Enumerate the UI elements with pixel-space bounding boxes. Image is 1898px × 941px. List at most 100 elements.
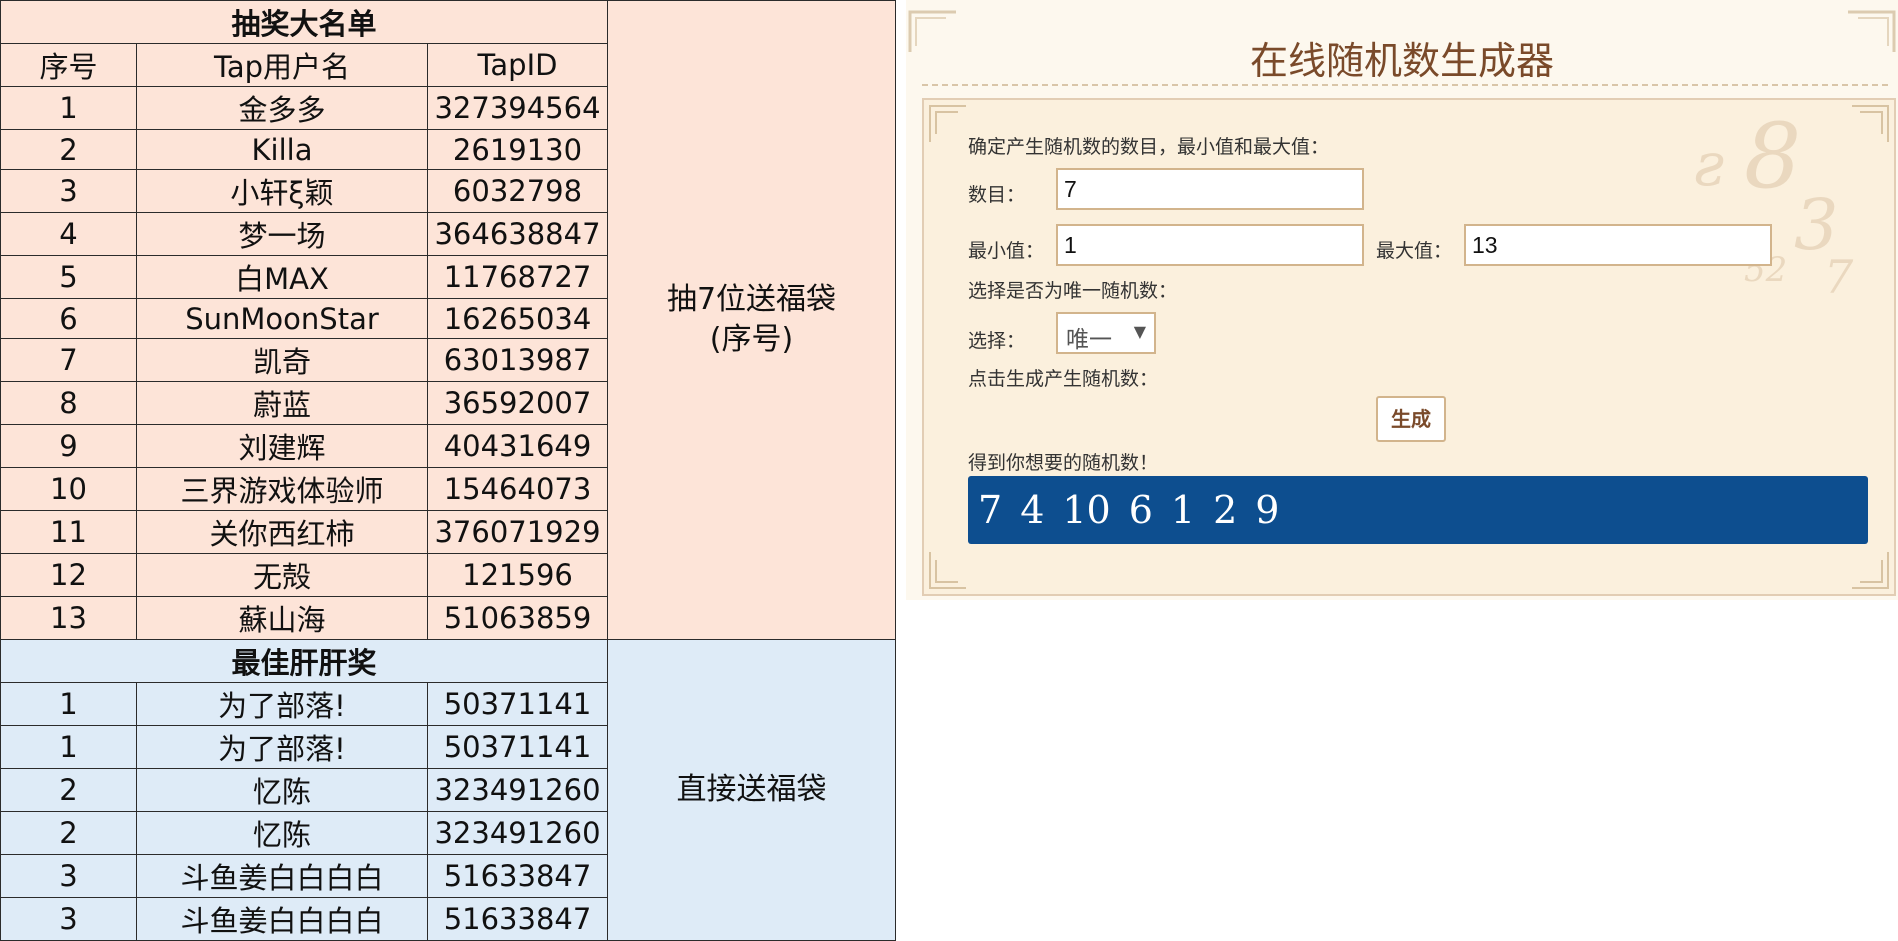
cell-tapid[interactable]: 323491260 — [427, 811, 608, 855]
result-number: 9 — [1255, 488, 1280, 532]
result-number: 10 — [1062, 488, 1111, 532]
cell-index[interactable]: 4 — [0, 212, 137, 256]
result-number: 4 — [1020, 488, 1045, 532]
cell-index[interactable]: 7 — [0, 338, 137, 382]
cell-username[interactable]: 关你西红柿 — [136, 510, 428, 554]
cell-tapid[interactable]: 121596 — [427, 553, 608, 597]
panel-corner-icon — [1852, 552, 1889, 589]
intro-label: 确定产生随机数的数目，最小值和最大值： — [968, 136, 1330, 158]
select-value: 唯一 — [1066, 327, 1112, 353]
click-label: 点击生成产生随机数： — [968, 368, 1159, 390]
cell-tapid[interactable]: 327394564 — [427, 86, 608, 130]
count-input[interactable] — [1056, 168, 1364, 210]
count-label: 数目： — [968, 184, 1026, 206]
cell-username[interactable]: SunMoonStar — [136, 298, 428, 339]
cell-tapid[interactable]: 15464073 — [427, 467, 608, 511]
cell-username[interactable]: 斗鱼姜白白白白 — [136, 854, 428, 898]
lottery-note-cell[interactable]: 抽7位送福袋 (序号) — [607, 0, 896, 640]
panel-corner-icon — [929, 105, 966, 142]
cell-username[interactable]: 斗鱼姜白白白白 — [136, 897, 428, 941]
generator-title: 在线随机数生成器 — [1249, 39, 1554, 83]
cell-tapid[interactable]: 63013987 — [427, 338, 608, 382]
header-username[interactable]: Tap用户名 — [136, 43, 428, 87]
dropdown-arrow-icon: ▼ — [1133, 322, 1146, 341]
cell-index[interactable]: 6 — [0, 298, 137, 339]
cell-username[interactable]: 小轩ξ颖 — [136, 169, 428, 213]
generate-button[interactable]: 生成 — [1376, 396, 1446, 442]
cell-username[interactable]: 凯奇 — [136, 338, 428, 382]
decor-digits-icon: ƨ — [1694, 130, 1725, 200]
cell-index[interactable]: 11 — [0, 510, 137, 554]
title-divider — [922, 84, 1888, 86]
lottery-note-line2: (序号) — [709, 322, 794, 357]
lottery-note-line1: 抽7位送福袋 — [666, 282, 837, 317]
result-label: 得到你想要的随机数！ — [968, 452, 1159, 474]
cell-index[interactable]: 3 — [0, 169, 137, 213]
lottery-title-cell[interactable]: 抽奖大名单 — [0, 0, 608, 44]
cell-username[interactable]: Killa — [136, 129, 428, 170]
cell-tapid[interactable]: 51633847 — [427, 854, 608, 898]
min-input[interactable] — [1056, 224, 1364, 266]
cell-tapid[interactable]: 36592007 — [427, 381, 608, 425]
unique-label: 选择是否为唯一随机数： — [968, 280, 1178, 302]
header-index[interactable]: 序号 — [0, 43, 137, 87]
cell-username[interactable]: 忆陈 — [136, 811, 428, 855]
prize-list-sheet: 抽奖大名单 抽7位送福袋 (序号) 序号 Tap用户名 TapID 1 金多多 32… — [0, 0, 896, 941]
max-input[interactable] — [1464, 224, 1772, 266]
cell-index[interactable]: 1 — [0, 86, 137, 130]
cell-username[interactable]: 三界游戏体验师 — [136, 467, 428, 511]
cell-tapid[interactable]: 16265034 — [427, 298, 608, 339]
cell-username[interactable]: 蔚蓝 — [136, 381, 428, 425]
select-label: 选择： — [968, 330, 1026, 352]
best-note-cell[interactable]: 直接送福袋 — [607, 639, 896, 941]
decor-digits-icon: 7 — [1824, 250, 1854, 304]
cell-index[interactable]: 2 — [0, 811, 137, 855]
cell-tapid[interactable]: 50371141 — [427, 725, 608, 769]
cell-username[interactable]: 白MAX — [136, 255, 428, 299]
header-tapid[interactable]: TapID — [427, 43, 608, 87]
cell-index[interactable]: 9 — [0, 424, 137, 468]
cell-index[interactable]: 2 — [0, 129, 137, 170]
panel-corner-icon — [1852, 105, 1889, 142]
cell-index[interactable]: 10 — [0, 467, 137, 511]
cell-tapid[interactable]: 323491260 — [427, 768, 608, 812]
cell-tapid[interactable]: 364638847 — [427, 212, 608, 256]
max-label: 最大值： — [1376, 240, 1453, 262]
result-number: 1 — [1170, 488, 1196, 532]
cell-tapid[interactable]: 51063859 — [427, 596, 608, 640]
cell-index[interactable]: 2 — [0, 768, 137, 812]
result-number: 2 — [1213, 488, 1238, 532]
generator-panel: 8 ƨ 3 7 52 确定产生随机数的数目，最小值和最大值： 数目： 最小值： … — [922, 98, 1896, 596]
cell-tapid[interactable]: 6032798 — [427, 169, 608, 213]
cell-username[interactable]: 忆陈 — [136, 768, 428, 812]
cell-tapid[interactable]: 376071929 — [427, 510, 608, 554]
cell-index[interactable]: 12 — [0, 553, 137, 597]
cell-username[interactable]: 无殻 — [136, 553, 428, 597]
best-title-cell[interactable]: 最佳肝肝奖 — [0, 639, 608, 683]
cell-username[interactable]: 为了部落! — [136, 682, 428, 726]
decor-digits-icon: 8 — [1744, 104, 1802, 209]
cell-tapid[interactable]: 2619130 — [427, 129, 608, 170]
cell-username[interactable]: 为了部落! — [136, 725, 428, 769]
cell-username[interactable]: 金多多 — [136, 86, 428, 130]
min-label: 最小值： — [968, 240, 1045, 262]
cell-index[interactable]: 3 — [0, 854, 137, 898]
panel-corner-icon — [929, 552, 966, 589]
unique-select[interactable]: 唯一 ▼ — [1056, 312, 1156, 354]
cell-username[interactable]: 蘇山海 — [136, 596, 428, 640]
cell-index[interactable]: 5 — [0, 255, 137, 299]
cell-index[interactable]: 1 — [0, 682, 137, 726]
cell-username[interactable]: 梦一场 — [136, 212, 428, 256]
result-display: 7 4 10 6 1 2 9 — [968, 476, 1868, 544]
cell-username[interactable]: 刘建辉 — [136, 424, 428, 468]
cell-tapid[interactable]: 40431649 — [427, 424, 608, 468]
random-number-generator: 在线随机数生成器 8 ƨ 3 7 52 确定产生随机数的数目，最小值和最大值： … — [906, 0, 1898, 600]
cell-tapid[interactable]: 51633847 — [427, 897, 608, 941]
cell-tapid[interactable]: 11768727 — [427, 255, 608, 299]
cell-tapid[interactable]: 50371141 — [427, 682, 608, 726]
cell-index[interactable]: 1 — [0, 725, 137, 769]
cell-index[interactable]: 13 — [0, 596, 137, 640]
cell-index[interactable]: 8 — [0, 381, 137, 425]
result-number: 6 — [1128, 488, 1153, 532]
cell-index[interactable]: 3 — [0, 897, 137, 941]
